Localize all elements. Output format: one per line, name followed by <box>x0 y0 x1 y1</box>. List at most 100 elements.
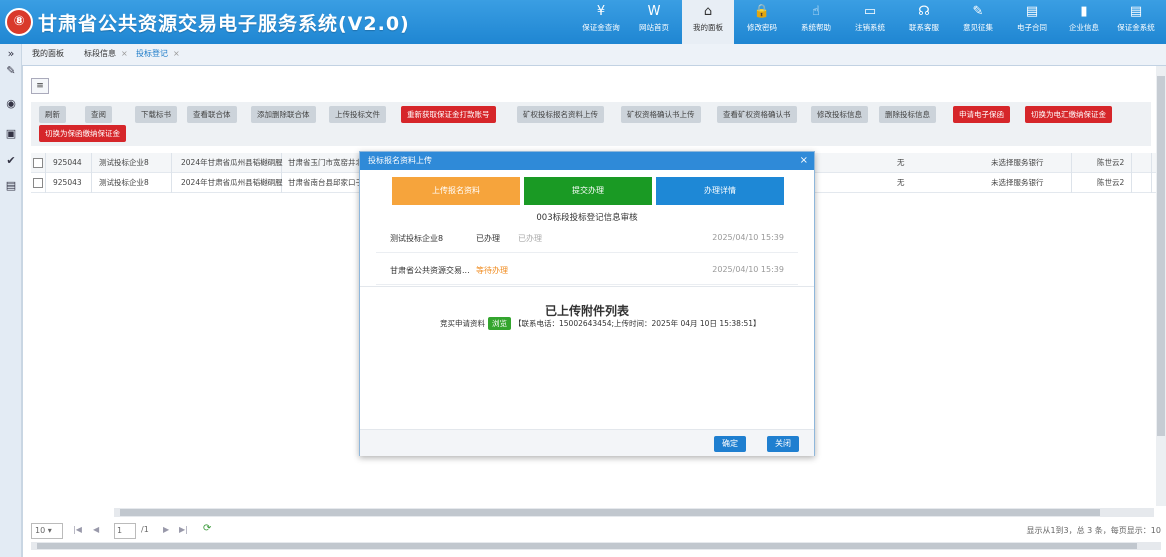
nav-label: 企业信息 <box>1069 23 1099 32</box>
next-page-icon[interactable]: ▶ <box>163 525 169 534</box>
home-icon: ⌂ <box>703 4 713 19</box>
toolbar-button-1[interactable]: 查阅 <box>85 106 112 123</box>
flow-time: 2025/04/10 15:39 <box>712 265 784 274</box>
edit-icon: ✎ <box>972 4 984 19</box>
upload-modal: 投标报名资料上传 × 上传报名资料 提交办理 办理详情 003标段投标登记信息审核 … <box>359 151 815 456</box>
toolbar-button-4[interactable]: 添加删除联合体 <box>251 106 316 123</box>
edit-icon[interactable]: ✎ <box>4 64 18 78</box>
nav-label: 修改密码 <box>747 23 777 32</box>
confirm-button[interactable]: 确定 <box>714 436 746 452</box>
modal-title: 投标报名资料上传 <box>368 156 432 165</box>
total-pages: /1 <box>141 525 149 534</box>
list-view-toggle-icon[interactable]: ≡ <box>31 78 49 94</box>
nav-deposit-system[interactable]: ▤ 保证金系统 <box>1110 0 1162 44</box>
toolbar-button-0[interactable]: 刷新 <box>39 106 66 123</box>
toolbar-button-12[interactable]: 申请电子保函 <box>953 106 1010 123</box>
toolbar-button-8[interactable]: 矿权资格确认书上传 <box>621 106 701 123</box>
column-divider <box>171 153 172 173</box>
page-size-select[interactable]: 10 ▾ <box>31 523 63 539</box>
row-checkbox[interactable] <box>33 158 43 168</box>
app-header: ⑧ 甘肃省公共资源交易电子服务系统(V2.0) ¥ 保证金查询 W 网站首页 ⌂ 我的面板… <box>0 0 1166 44</box>
step-title: 003标段投标登记信息审核 <box>536 213 638 223</box>
nav-label: 我的面板 <box>693 23 723 32</box>
pagination-summary: 显示从1到3，总 3 条，每页显示：10 <box>1026 526 1161 535</box>
page-number-input[interactable]: 1 <box>114 523 136 539</box>
toolbar-button-7[interactable]: 矿权投标报名资料上传 <box>517 106 604 123</box>
column-divider <box>1071 173 1072 193</box>
flow-handler: 测试投标企业8 <box>390 234 444 243</box>
refresh-icon[interactable]: ⟳ <box>203 523 211 534</box>
expand-icon[interactable]: » <box>4 47 18 61</box>
flow-status-note: 已办理 <box>518 234 542 243</box>
website-icon: W <box>647 4 661 19</box>
first-page-icon[interactable]: |◀ <box>73 525 82 534</box>
logo: ⑧ <box>5 8 33 36</box>
page-scroll-thumb[interactable] <box>37 543 1137 549</box>
modal-divider <box>360 286 814 287</box>
nav-headset[interactable]: ☊ 联系客服 <box>898 0 950 44</box>
toolbar-button-9[interactable]: 查看矿权资格确认书 <box>717 106 797 123</box>
cell-location: 甘肃省南台县邱家口子 <box>288 178 363 187</box>
contract-icon: ▤ <box>1025 4 1039 19</box>
tab-2[interactable]: 投标登记 × <box>136 48 180 59</box>
cell-bank: 未选择服务银行 <box>991 178 1044 187</box>
nav-home[interactable]: ⌂ 我的面板 <box>682 0 734 44</box>
nav-contract[interactable]: ▤ 电子合同 <box>1006 0 1058 44</box>
cell-company: 测试投标企业8 <box>99 158 149 167</box>
browse-button[interactable]: 浏览 <box>488 317 511 330</box>
horizontal-scroll-thumb[interactable] <box>120 509 1100 516</box>
cell-deposit: 无 <box>897 178 905 187</box>
eye-icon[interactable]: ◉ <box>4 97 18 111</box>
nav-lock[interactable]: 🔒 修改密码 <box>736 0 788 44</box>
toolbar-button-13[interactable]: 切换为电汇缴纳保证金 <box>1025 106 1112 123</box>
attachment-item: 竞买申请资料 浏览 【联系电话：15002643454;上传时间：2025年 04月… <box>440 317 761 330</box>
prev-page-icon[interactable]: ◀ <box>93 525 99 534</box>
toolbar-button-3[interactable]: 查看联合体 <box>187 106 237 123</box>
tab-close-icon[interactable]: × <box>121 49 128 58</box>
column-divider <box>1151 173 1152 193</box>
nav-website[interactable]: W 网站首页 <box>628 0 680 44</box>
close-icon[interactable]: × <box>800 152 808 170</box>
pagination-bar: 10 ▾ |◀ ◀ 1 /1 ▶ ▶| ⟳ 显示从1到3，总 3 条，每页显示：… <box>31 518 1161 544</box>
tab-0[interactable]: 我的面板 <box>32 48 64 59</box>
step-2[interactable]: 办理详情 <box>656 177 784 205</box>
column-divider <box>45 153 46 173</box>
modal-header: 投标报名资料上传 × <box>360 152 814 170</box>
nav-edit[interactable]: ✎ 意见征集 <box>952 0 1004 44</box>
vertical-scrollbar[interactable] <box>1156 66 1166 506</box>
attachment-detail: 【联系电话：15002643454;上传时间：2025年 04月 10日 15:… <box>514 319 761 328</box>
flow-status: 等待办理 <box>476 266 508 275</box>
nav-help[interactable]: ☝ 系统帮助 <box>790 0 842 44</box>
step-1[interactable]: 提交办理 <box>524 177 652 205</box>
toolbar-button-6[interactable]: 重新获取保证金打款账号 <box>401 106 496 123</box>
tab-1[interactable]: 标段信息 × <box>84 48 128 59</box>
column-divider <box>45 173 46 193</box>
page-horizontal-scrollbar[interactable] <box>31 542 1161 550</box>
table-horizontal-scrollbar[interactable] <box>114 508 1154 517</box>
cell-company: 测试投标企业8 <box>99 178 149 187</box>
nav-company[interactable]: ▮ 企业信息 <box>1058 0 1110 44</box>
column-divider <box>1131 173 1132 193</box>
toolbar-button-10[interactable]: 修改投标信息 <box>811 106 868 123</box>
bag-icon[interactable]: ▣ <box>4 127 18 141</box>
help-icon: ☝ <box>812 4 820 19</box>
toolbar-button-11[interactable]: 删除投标信息 <box>879 106 936 123</box>
tab-close-icon[interactable]: × <box>173 49 180 58</box>
nav-logout[interactable]: ▭ 注销系统 <box>844 0 896 44</box>
column-divider <box>91 153 92 173</box>
close-button[interactable]: 关闭 <box>767 436 799 452</box>
row-checkbox[interactable] <box>33 178 43 188</box>
toolbar-button-2[interactable]: 下载标书 <box>135 106 177 123</box>
calculator-icon[interactable]: ▤ <box>4 179 18 193</box>
step-0[interactable]: 上传报名资料 <box>392 177 520 205</box>
vertical-scroll-thumb[interactable] <box>1157 76 1165 436</box>
gavel-icon[interactable]: ✔ <box>4 154 18 168</box>
toolbar-button-5[interactable]: 上传投标文件 <box>329 106 386 123</box>
cell-bank: 未选择服务银行 <box>991 158 1044 167</box>
cell-deposit: 无 <box>897 158 905 167</box>
last-page-icon[interactable]: ▶| <box>179 525 188 534</box>
nav-yuan[interactable]: ¥ 保证金查询 <box>575 0 627 44</box>
deposit-system-icon: ▤ <box>1129 4 1143 19</box>
nav-label: 电子合同 <box>1017 23 1047 32</box>
toolbar-button-14[interactable]: 切换为保函缴纳保证金 <box>39 125 126 142</box>
